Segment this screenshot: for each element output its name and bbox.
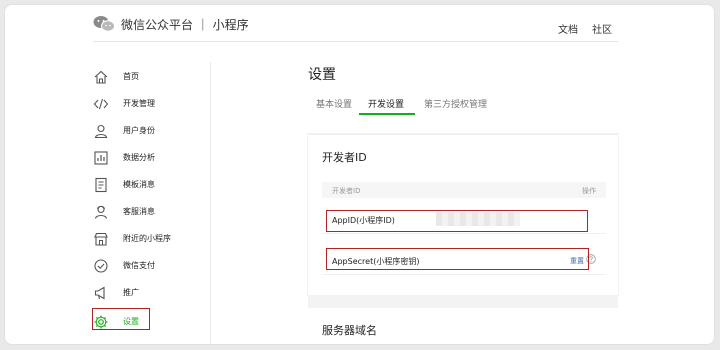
server-domain-panel: 服务器域名 [308, 308, 618, 344]
section-title-developer-id: 开发者ID [322, 151, 367, 164]
document-icon [95, 177, 107, 193]
header-divider [93, 41, 618, 42]
sidebar-item-dev-management[interactable]: 开发管理 [85, 94, 210, 114]
megaphone-icon [94, 286, 105, 300]
sidebar-item-nearby-mini-program[interactable]: 附近的小程序 [85, 229, 210, 249]
user-icon [94, 124, 108, 139]
code-icon [93, 98, 109, 110]
sidebar-item-promotion[interactable]: 推广 [85, 283, 210, 303]
app-title: 微信公众平台 ｜ 小程序 [121, 18, 249, 32]
tab-dev-settings[interactable]: 开发设置 [368, 97, 404, 110]
window-frame: 微信公众平台 ｜ 小程序 文档 社区 首页 开发管理 用户身份 数据分析 模板消… [4, 4, 715, 345]
table-header: 开发者ID 操作 [322, 182, 606, 198]
nav-docs-link[interactable]: 文档 [558, 21, 578, 36]
top-header: 微信公众平台 ｜ 小程序 文档 社区 [5, 5, 714, 41]
sidebar-item-label: 用户身份 [123, 126, 155, 135]
sidebar-item-label: 开发管理 [123, 99, 155, 108]
sidebar-item-label: 微信支付 [123, 261, 155, 270]
nav-community-link[interactable]: 社区 [592, 21, 612, 36]
sidebar-item-customer-message[interactable]: 客服消息 [85, 202, 210, 222]
section-title-server-domain: 服务器域名 [322, 324, 377, 337]
page-title: 设置 [308, 67, 336, 83]
tab-third-party-auth[interactable]: 第三方授权管理 [424, 97, 487, 110]
store-icon [94, 232, 108, 246]
active-tab-underline [359, 113, 415, 115]
column-header-operation: 操作 [582, 187, 596, 195]
customer-service-icon [94, 205, 108, 219]
sidebar-item-label: 设置 [123, 317, 139, 326]
sidebar-item-template-message[interactable]: 模板消息 [85, 175, 210, 195]
wechat-logo-icon [93, 16, 115, 32]
highlight-box-appsecret [326, 248, 589, 270]
sidebar: 首页 开发管理 用户身份 数据分析 模板消息 客服消息 附近的小程序 微信支付 … [85, 62, 211, 344]
column-header-developer-id: 开发者ID [332, 187, 361, 195]
sidebar-item-user-identity[interactable]: 用户身份 [85, 121, 210, 141]
sidebar-item-label: 首页 [123, 72, 139, 81]
home-icon [94, 70, 108, 84]
payment-icon [94, 259, 108, 273]
chart-icon [94, 151, 108, 165]
sidebar-item-label: 推广 [123, 288, 139, 297]
sidebar-item-label: 模板消息 [123, 180, 155, 189]
sidebar-item-home[interactable]: 首页 [85, 67, 210, 87]
sidebar-item-wechat-pay[interactable]: 微信支付 [85, 256, 210, 276]
sidebar-item-data-analysis[interactable]: 数据分析 [85, 148, 210, 168]
sidebar-item-label: 数据分析 [123, 153, 155, 162]
panel-separator [308, 296, 618, 308]
gear-icon [94, 315, 108, 329]
sidebar-item-settings[interactable]: 设置 [85, 308, 210, 332]
sidebar-item-label: 客服消息 [123, 207, 155, 216]
highlight-box-appid [326, 210, 588, 232]
tab-basic-settings[interactable]: 基本设置 [316, 97, 352, 110]
sidebar-item-label: 附近的小程序 [123, 234, 171, 243]
